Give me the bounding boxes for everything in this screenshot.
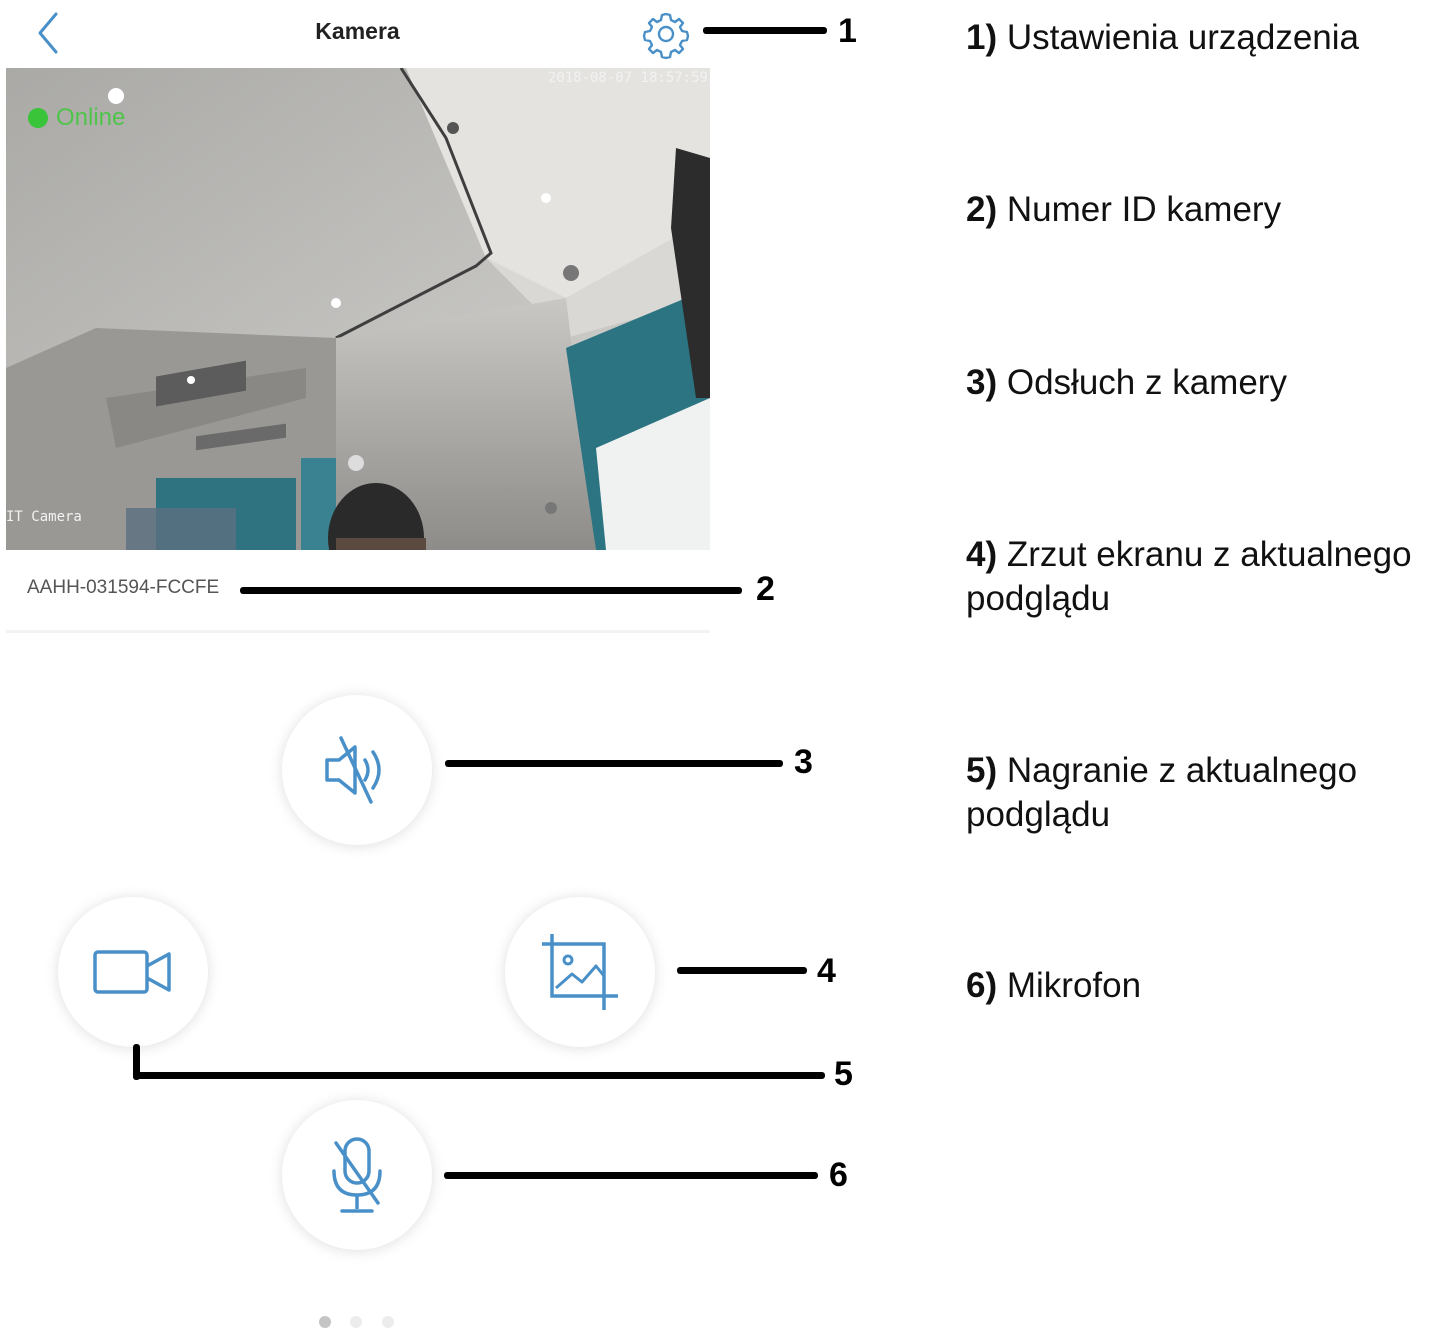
- legend-item-2: 2) Numer ID kamery: [966, 188, 1436, 232]
- legend-item-4: 4) Zrzut ekranu z aktualnego podglądu: [966, 533, 1436, 621]
- image-crop-icon: [542, 934, 618, 1010]
- callout-number-2: 2: [756, 570, 775, 608]
- legend-number: 3): [966, 363, 998, 402]
- legend-number: 6): [966, 966, 998, 1005]
- legend-number: 1): [966, 18, 998, 57]
- legend-text-continued: podglądu: [966, 795, 1111, 834]
- legend-item-6: 6) Mikrofon: [966, 964, 1436, 1008]
- callout-line-6: [444, 1172, 818, 1179]
- status-text: Online: [56, 104, 126, 131]
- legend-number: 4): [966, 535, 998, 574]
- video-camera-icon: [93, 950, 171, 994]
- device-id: AAHH-031594-FCCFE: [27, 577, 220, 598]
- online-status: Online: [28, 104, 125, 132]
- snapshot-button[interactable]: [505, 897, 655, 1047]
- legend-text: Ustawienia urządzenia: [1006, 18, 1359, 57]
- callout-number-1: 1: [838, 12, 857, 50]
- camera-feed-image: [6, 68, 710, 550]
- callout-line-2: [240, 587, 742, 594]
- callout-line-5: [133, 1072, 825, 1079]
- page-dot-active[interactable]: [319, 1316, 331, 1328]
- legend-text: Numer ID kamery: [1006, 190, 1282, 229]
- chevron-left-icon: [38, 12, 58, 54]
- callout-line-4: [677, 967, 807, 974]
- callout-line-1: [703, 27, 827, 34]
- microphone-button[interactable]: [282, 1100, 432, 1250]
- microphone-muted-icon: [332, 1137, 382, 1213]
- camera-label-overlay: IT Camera: [6, 509, 82, 525]
- callout-number-4: 4: [817, 952, 836, 990]
- gear-icon: [642, 12, 690, 60]
- callout-line-3: [445, 760, 783, 767]
- page-dot[interactable]: [382, 1316, 394, 1328]
- listen-button[interactable]: [282, 695, 432, 845]
- callout-number-6: 6: [829, 1156, 848, 1194]
- settings-button[interactable]: [640, 8, 692, 60]
- timestamp-overlay: 2018-08-07 18:57:59: [547, 70, 708, 86]
- legend-item-3: 3) Odsłuch z kamery: [966, 361, 1436, 405]
- legend-text: Odsłuch z kamery: [1006, 363, 1287, 402]
- legend-text: Mikrofon: [1006, 966, 1142, 1005]
- legend-number: 5): [966, 751, 998, 790]
- callout-number-5: 5: [834, 1055, 853, 1093]
- legend-text: Nagranie z aktualnego: [1006, 751, 1358, 790]
- callout-number-3: 3: [794, 743, 813, 781]
- status-dot: [28, 108, 48, 128]
- record-button[interactable]: [58, 897, 208, 1047]
- divider: [6, 630, 710, 633]
- page-dot[interactable]: [350, 1316, 362, 1328]
- legend-item-5: 5) Nagranie z aktualnego podglądu: [966, 749, 1436, 837]
- legend-text: Zrzut ekranu z aktualnego: [1006, 535, 1412, 574]
- speaker-muted-icon: [325, 736, 381, 804]
- page-title: Kamera: [315, 18, 400, 44]
- legend-number: 2): [966, 190, 998, 229]
- camera-feed[interactable]: Online 2018-08-07 18:57:59 IT Camera: [6, 68, 710, 550]
- legend-text-continued: podglądu: [966, 579, 1111, 618]
- back-button[interactable]: [28, 8, 72, 58]
- legend-item-1: 1) Ustawienia urządzenia: [966, 16, 1436, 60]
